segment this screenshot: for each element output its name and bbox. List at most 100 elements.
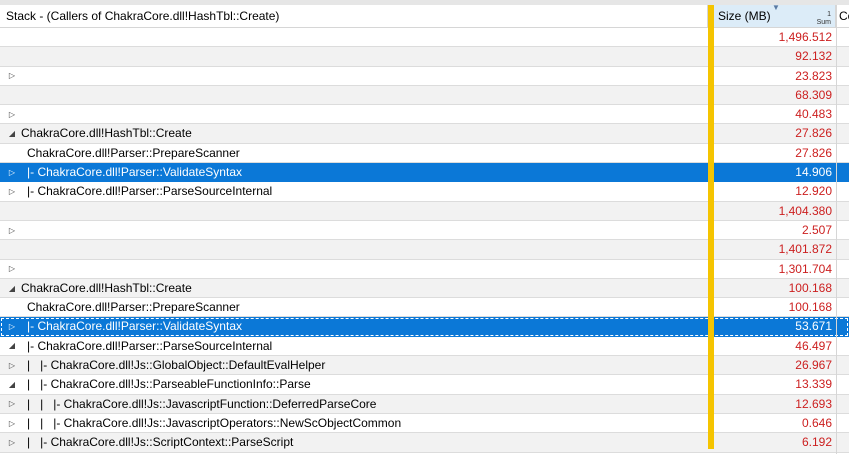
table-row[interactable]: 92.132	[0, 47, 849, 67]
next-column-cell	[837, 144, 849, 162]
size-cell: 12.693	[795, 396, 832, 411]
expand-arrow-icon[interactable]: ▷	[6, 182, 18, 200]
table-row[interactable]: ▷ 1,301.704	[0, 260, 849, 279]
column-header-row: Stack - (Callers of ChakraCore.dll!HashT…	[0, 5, 849, 28]
stack-cell: ◢ ChakraCore.dll!HashTbl::Create	[0, 279, 708, 297]
table-row[interactable]: ▷ 23.823	[0, 67, 849, 86]
table-row[interactable]: ◢ ChakraCore.dll!HashTbl::Create 27.826	[0, 124, 849, 144]
expand-arrow-icon[interactable]: ▷	[6, 163, 18, 181]
table-row[interactable]: 1,401.872	[0, 240, 849, 260]
stack-frame-label: |- ChakraCore.dll!Parser::ParseSourceInt…	[27, 338, 273, 353]
collapse-arrow-icon[interactable]: ◢	[6, 124, 18, 142]
stack-cell: ◢ |- ChakraCore.dll!Parser::ParseSourceIn…	[0, 337, 708, 355]
stack-cell: ▷	[0, 221, 708, 239]
table-row[interactable]: ▷ 2.507	[0, 221, 849, 241]
collapse-arrow-icon[interactable]: ◢	[6, 337, 18, 355]
expand-arrow-icon	[6, 86, 18, 104]
expand-arrow-icon[interactable]: ▷	[6, 395, 18, 413]
expand-arrow-icon[interactable]: ▷	[6, 221, 18, 239]
collapse-arrow-icon[interactable]: ◢	[6, 375, 18, 393]
size-cell: 92.132	[795, 49, 832, 64]
table-row[interactable]: ◢ |- ChakraCore.dll!Parser::ParseSourceIn…	[0, 337, 849, 357]
stack-cell: ChakraCore.dll!Parser::PrepareScanner	[0, 144, 708, 162]
expand-arrow-icon[interactable]: ▷	[6, 105, 18, 123]
expand-arrow-icon[interactable]: ▷	[6, 67, 18, 85]
next-column-cell	[837, 182, 849, 200]
column-splitter-handle[interactable]	[708, 5, 714, 449]
table-row[interactable]: ▷ |- ChakraCore.dll!Parser::ValidateSynta…	[0, 163, 849, 183]
table-row[interactable]: ▷ 40.483	[0, 105, 849, 125]
size-cell: 14.906	[795, 165, 832, 180]
size-cell: 46.497	[795, 338, 832, 353]
sum-label: Sum	[816, 19, 831, 26]
size-cell: 6.192	[801, 435, 832, 450]
table-row[interactable]: 68.309	[0, 85, 849, 106]
table-row[interactable]: ChakraCore.dll!Parser::PrepareScanner 27.…	[0, 144, 849, 164]
expand-arrow-icon	[6, 240, 18, 258]
next-column-cell	[837, 298, 849, 316]
expand-arrow-icon[interactable]: ▷	[6, 356, 18, 374]
table-row[interactable]: ◢ ChakraCore.dll!HashTbl::Create 100.168	[0, 278, 849, 299]
stack-column-header[interactable]: Stack - (Callers of ChakraCore.dll!HashT…	[0, 5, 708, 27]
next-column-cell	[837, 105, 849, 123]
size-cell: 1,401.872	[778, 242, 832, 257]
size-cell: 100.168	[788, 300, 832, 315]
table-row[interactable]: ▷ | |- ChakraCore.dll!Js::ScriptContext::…	[0, 433, 849, 453]
expand-arrow-icon[interactable]: ▷	[6, 260, 18, 278]
next-column-cell	[837, 356, 849, 374]
table-row[interactable]: ChakraCore.dll!Parser::PrepareScanner 100…	[0, 298, 849, 318]
stack-cell: ChakraCore.dll!Parser::PrepareScanner	[0, 298, 708, 316]
stack-cell	[0, 240, 708, 258]
next-column-cell	[837, 279, 849, 297]
size-column-header[interactable]: Size (MB) ▼ 1 Sum	[714, 5, 836, 27]
table-row[interactable]: ◢ | |- ChakraCore.dll!Js::ParseableFuncti…	[0, 375, 849, 395]
stack-cell: ▷	[0, 67, 708, 85]
stack-frame-label: | | |- ChakraCore.dll!Js::JavascriptFunc…	[27, 396, 377, 411]
expand-arrow-icon	[6, 28, 18, 46]
size-column-label: Size (MB)	[718, 9, 771, 23]
expand-arrow-icon[interactable]: ▷	[6, 433, 18, 451]
stack-frame-label: |- ChakraCore.dll!Parser::ValidateSyntax	[27, 165, 242, 180]
stack-cell	[0, 86, 708, 104]
stack-cell	[0, 47, 708, 65]
stack-cell: ▷	[0, 260, 708, 278]
stack-frame-label: |- ChakraCore.dll!Parser::ValidateSyntax	[27, 319, 242, 334]
next-column-cell	[837, 86, 849, 104]
next-column-cell	[837, 124, 849, 142]
stack-frame-label: | |- ChakraCore.dll!Js::ScriptContext::P…	[27, 435, 294, 450]
table-row[interactable]: 1,404.380	[0, 201, 849, 221]
table-row[interactable]: ▷ |- ChakraCore.dll!Parser::ParseSourceIn…	[0, 182, 849, 202]
stack-frame-label: ChakraCore.dll!HashTbl::Create	[21, 280, 192, 295]
size-cell: 1,301.704	[778, 261, 832, 276]
stack-cell: ▷ | |- ChakraCore.dll!Js::GlobalObject::D…	[0, 356, 708, 374]
next-column-cell	[837, 337, 849, 355]
size-cell: 26.967	[795, 358, 832, 373]
expand-arrow-icon	[6, 202, 18, 220]
stack-cell: ◢ ChakraCore.dll!HashTbl::Create	[0, 124, 708, 142]
table-row[interactable]: ▷ | | |- ChakraCore.dll!Js::JavascriptOpe…	[0, 414, 849, 434]
expand-arrow-icon[interactable]: ▷	[6, 414, 18, 432]
stack-cell: ▷	[0, 105, 708, 123]
next-column-header[interactable]: Co	[837, 5, 849, 27]
size-cell: 68.309	[795, 87, 832, 102]
stack-cell: ▷ | |- ChakraCore.dll!Js::ScriptContext::…	[0, 433, 708, 451]
next-column-cell	[837, 240, 849, 258]
table-row[interactable]: ▷ |- ChakraCore.dll!Parser::ValidateSynta…	[0, 317, 849, 337]
stack-frame-label: ChakraCore.dll!Parser::PrepareScanner	[27, 300, 240, 315]
table-row[interactable]: ▷ | | |- ChakraCore.dll!Js::JavascriptFun…	[0, 394, 849, 414]
stack-frame-label: | | |- ChakraCore.dll!Js::JavascriptOper…	[27, 415, 402, 430]
size-cell: 53.671	[795, 319, 832, 334]
collapse-arrow-icon[interactable]: ◢	[6, 279, 18, 297]
expand-arrow-icon[interactable]: ▷	[6, 317, 18, 335]
stack-frame-label: ChakraCore.dll!HashTbl::Create	[21, 126, 192, 141]
table-row[interactable]: 1,496.512	[0, 28, 849, 48]
stack-cell: ▷ | | |- ChakraCore.dll!Js::JavascriptFun…	[0, 395, 708, 413]
stack-frame-label: | |- ChakraCore.dll!Js::GlobalObject::De…	[27, 358, 326, 373]
size-cell: 1,496.512	[778, 30, 832, 44]
table-row[interactable]: ▷ | |- ChakraCore.dll!Js::GlobalObject::D…	[0, 356, 849, 376]
size-cell: 1,404.380	[778, 203, 832, 218]
stack-frame-label: | |- ChakraCore.dll!Js::ParseableFunctio…	[27, 377, 311, 392]
expand-arrow-icon	[6, 47, 18, 65]
next-column-cell	[837, 163, 849, 181]
size-cell: 0.646	[801, 415, 832, 430]
